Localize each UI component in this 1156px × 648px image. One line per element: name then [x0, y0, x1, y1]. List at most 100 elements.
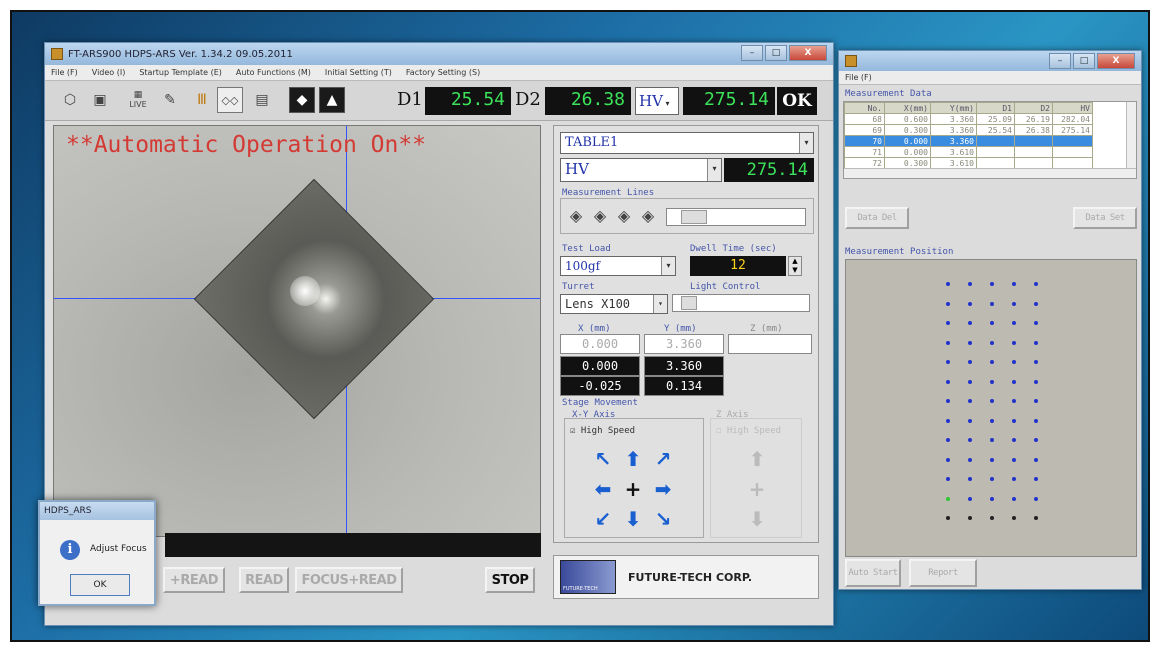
column-header[interactable]: HV: [1052, 102, 1093, 114]
line-style-3-icon[interactable]: ◈: [614, 206, 634, 226]
measurement-point[interactable]: [1034, 282, 1038, 286]
measurement-position-map[interactable]: [845, 259, 1137, 557]
minimize-button[interactable]: –: [741, 45, 763, 61]
measurement-point[interactable]: [1034, 340, 1038, 345]
measurement-point[interactable]: [946, 438, 950, 442]
arrow-down-left-icon[interactable]: ↙: [588, 504, 618, 534]
measurement-point[interactable]: [946, 496, 950, 501]
measurement-point[interactable]: [946, 282, 950, 286]
measurement-point[interactable]: [1012, 516, 1016, 520]
measurement-point[interactable]: [1034, 438, 1038, 442]
pattern-icon[interactable]: ◇◇: [217, 87, 243, 113]
auto-start-button[interactable]: Auto Start: [845, 559, 901, 587]
dwell-time-spinner[interactable]: ▲ ▼: [788, 256, 802, 276]
camera-view[interactable]: **Automatic Operation On**: [53, 125, 541, 537]
measurement-point[interactable]: [946, 340, 950, 345]
z-up-icon[interactable]: ⬆: [742, 444, 772, 474]
measurement-point[interactable]: [1012, 282, 1016, 286]
measurement-point[interactable]: [1034, 496, 1038, 501]
focus-read-button-left[interactable]: +READ: [163, 567, 225, 593]
report-button[interactable]: Report: [909, 559, 977, 587]
z-down-icon[interactable]: ⬇: [742, 504, 772, 534]
read-button[interactable]: READ: [239, 567, 289, 593]
line-slider[interactable]: [666, 208, 806, 226]
measurement-point[interactable]: [968, 399, 972, 403]
arrow-up-left-icon[interactable]: ↖: [588, 444, 618, 474]
measurement-point[interactable]: [946, 418, 950, 423]
menu-startup-template[interactable]: Startup Template (E): [139, 68, 222, 77]
measurement-point[interactable]: [1012, 360, 1016, 364]
menu-auto-functions[interactable]: Auto Functions (M): [236, 68, 311, 77]
measurement-point[interactable]: [990, 379, 994, 384]
table-row[interactable]: 69 0.300 3.360 25.54 26.38 275.14: [844, 124, 1093, 136]
measurement-point[interactable]: [1012, 457, 1016, 462]
measurement-point[interactable]: [1012, 438, 1016, 442]
measurement-point[interactable]: [968, 301, 972, 306]
arrow-down-icon[interactable]: ⬇: [618, 504, 648, 534]
measurement-point[interactable]: [968, 516, 972, 520]
measure-icon[interactable]: Ⅲ: [189, 87, 215, 113]
test-load-select[interactable]: 100gf ▾: [560, 256, 676, 276]
measurement-point[interactable]: [968, 321, 972, 325]
measurement-point[interactable]: [1034, 379, 1038, 384]
data-maximize-button[interactable]: □: [1073, 53, 1095, 69]
line-style-2-icon[interactable]: ◈: [590, 206, 610, 226]
stop-button[interactable]: STOP: [485, 567, 535, 593]
column-header[interactable]: Y(mm): [930, 102, 977, 114]
data-set-button[interactable]: Data Set: [1073, 207, 1137, 229]
live-icon[interactable]: ▦ LIVE: [125, 87, 151, 113]
open-icon[interactable]: ⬡: [57, 87, 83, 113]
close-button[interactable]: X: [789, 45, 827, 61]
measurement-point[interactable]: [990, 496, 994, 501]
measurement-point[interactable]: [1012, 418, 1016, 423]
hardness-type-select[interactable]: HV ▾: [560, 158, 722, 182]
menu-file[interactable]: File (F): [51, 68, 78, 77]
hv-type-select[interactable]: HV ▾: [635, 87, 679, 115]
line-style-4-icon[interactable]: ◈: [638, 206, 658, 226]
measurement-point[interactable]: [990, 340, 994, 345]
table-scrollbar[interactable]: [1126, 102, 1136, 178]
measurement-point[interactable]: [990, 321, 994, 325]
table-row[interactable]: 71 0.000 3.610: [844, 146, 1093, 158]
z-center-icon[interactable]: +: [742, 474, 772, 504]
measurement-point[interactable]: [1034, 418, 1038, 423]
measurement-point[interactable]: [968, 438, 972, 442]
measurement-point[interactable]: [968, 379, 972, 384]
measurement-point[interactable]: [1012, 340, 1016, 345]
line-style-1-icon[interactable]: ◈: [566, 206, 586, 226]
maximize-button[interactable]: □: [765, 45, 787, 61]
data-close-button[interactable]: X: [1097, 53, 1135, 69]
data-menu-file[interactable]: File (F): [845, 73, 872, 82]
menu-video[interactable]: Video (I): [92, 68, 126, 77]
arrow-left-icon[interactable]: ⬅: [588, 474, 618, 504]
table-row[interactable]: 70 0.000 3.360: [844, 135, 1093, 147]
edit-icon[interactable]: ✎: [157, 87, 183, 113]
high-speed-checkbox[interactable]: ☑ High Speed: [570, 426, 635, 436]
measurement-point[interactable]: [990, 399, 994, 403]
column-header[interactable]: D1: [976, 102, 1015, 114]
main-title-bar[interactable]: FT-ARS900 HDPS-ARS Ver. 1.34.2 09.05.201…: [45, 43, 833, 65]
measurement-point[interactable]: [968, 418, 972, 423]
measurement-point[interactable]: [968, 457, 972, 462]
table-row[interactable]: 68 0.600 3.360 25.09 26.19 282.04: [844, 113, 1093, 125]
table-row[interactable]: 72 0.300 3.610: [844, 157, 1093, 169]
diamond-icon[interactable]: ◆: [289, 87, 315, 113]
measurement-point[interactable]: [946, 321, 950, 325]
measurement-point[interactable]: [968, 340, 972, 345]
measurement-point[interactable]: [990, 301, 994, 306]
column-header[interactable]: No.: [844, 102, 885, 114]
menu-factory-setting[interactable]: Factory Setting (S): [406, 68, 480, 77]
measurement-point[interactable]: [1034, 516, 1038, 520]
measurement-point[interactable]: [1034, 301, 1038, 306]
measurement-point[interactable]: [990, 457, 994, 462]
measurement-point[interactable]: [990, 438, 994, 442]
measurement-point[interactable]: [1034, 457, 1038, 462]
column-header[interactable]: X(mm): [884, 102, 931, 114]
measurement-point[interactable]: [968, 360, 972, 364]
data-del-button[interactable]: Data Del: [845, 207, 909, 229]
measurement-point[interactable]: [990, 477, 994, 481]
measurement-point[interactable]: [946, 516, 950, 520]
dialog-ok-button[interactable]: OK: [70, 574, 130, 596]
grid-icon[interactable]: ▤: [249, 87, 275, 113]
measurement-point[interactable]: [990, 516, 994, 520]
